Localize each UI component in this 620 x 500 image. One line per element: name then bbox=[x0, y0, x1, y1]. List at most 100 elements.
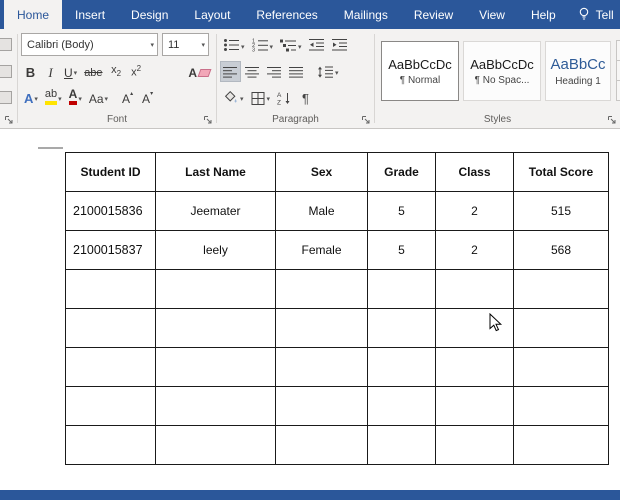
tab-layout[interactable]: Layout bbox=[181, 0, 243, 29]
table-cell[interactable]: leely bbox=[155, 230, 276, 270]
table-cell[interactable]: Male bbox=[275, 191, 368, 231]
styles-scroll-down-button[interactable]: ▾ bbox=[616, 60, 620, 81]
sort-az-icon: AZ bbox=[277, 92, 290, 105]
table-cell[interactable]: 2100015837 bbox=[65, 230, 156, 270]
tab-mailings[interactable]: Mailings bbox=[331, 0, 401, 29]
font-color-button[interactable]: A ▾ bbox=[66, 87, 85, 108]
show-hide-pilcrow-button[interactable]: ¶ bbox=[296, 87, 315, 108]
document-canvas[interactable]: Student ID Last Name Sex Grade Class Tot… bbox=[0, 129, 620, 490]
bold-button[interactable]: B bbox=[21, 61, 40, 82]
table-cell[interactable] bbox=[155, 347, 276, 387]
table-cell[interactable] bbox=[513, 386, 609, 426]
header-cell[interactable]: Total Score bbox=[513, 152, 609, 192]
table-cell[interactable] bbox=[513, 347, 609, 387]
grow-font-button[interactable]: A ▴ bbox=[118, 87, 137, 108]
table-cell[interactable] bbox=[513, 269, 609, 309]
header-cell[interactable]: Student ID bbox=[65, 152, 156, 192]
table-cell[interactable] bbox=[155, 386, 276, 426]
table-cell[interactable]: 5 bbox=[367, 191, 436, 231]
text-effects-button[interactable]: A ▾ bbox=[21, 87, 41, 108]
tab-review[interactable]: Review bbox=[401, 0, 466, 29]
table-cell[interactable] bbox=[155, 308, 276, 348]
table-cell[interactable] bbox=[367, 269, 436, 309]
font-group-label: Font bbox=[106, 114, 127, 125]
clipboard-dialog-launcher-icon[interactable] bbox=[4, 115, 14, 125]
strikethrough-button[interactable]: abe bbox=[81, 61, 105, 82]
table-cell[interactable]: Jeemater bbox=[155, 191, 276, 231]
superscript-button[interactable]: x2 bbox=[127, 61, 146, 82]
shrink-font-button[interactable]: A ▾ bbox=[138, 87, 157, 108]
align-right-button[interactable] bbox=[264, 61, 285, 82]
align-center-button[interactable] bbox=[242, 61, 263, 82]
italic-button[interactable]: I bbox=[41, 61, 60, 82]
table-cell[interactable] bbox=[155, 269, 276, 309]
header-cell[interactable]: Sex bbox=[275, 152, 368, 192]
table-cell[interactable] bbox=[435, 425, 514, 465]
table-cell[interactable]: 515 bbox=[513, 191, 609, 231]
shading-button[interactable]: ▾ bbox=[220, 87, 247, 108]
table-cell[interactable] bbox=[367, 347, 436, 387]
numbered-list-button[interactable]: 123 ▾ bbox=[249, 34, 277, 55]
styles-scroll-up-button[interactable]: ▴ bbox=[616, 40, 620, 61]
header-cell[interactable]: Grade bbox=[367, 152, 436, 192]
tab-help[interactable]: Help bbox=[518, 0, 569, 29]
table-cell[interactable]: 568 bbox=[513, 230, 609, 270]
table-cell[interactable] bbox=[155, 425, 276, 465]
mouse-cursor-icon bbox=[489, 313, 503, 332]
table-cell[interactable] bbox=[65, 347, 156, 387]
table-cell[interactable]: 2 bbox=[435, 191, 514, 231]
table-cell[interactable]: 5 bbox=[367, 230, 436, 270]
table-cell[interactable] bbox=[367, 386, 436, 426]
tab-home[interactable]: Home bbox=[4, 0, 63, 29]
paragraph-dialog-launcher-icon[interactable] bbox=[361, 115, 371, 125]
header-cell[interactable]: Class bbox=[435, 152, 514, 192]
table-cell[interactable] bbox=[513, 425, 609, 465]
table-cell[interactable] bbox=[275, 308, 368, 348]
table-cell[interactable]: 2100015836 bbox=[65, 191, 156, 231]
font-size-select[interactable]: 11 ▾ bbox=[162, 33, 209, 57]
table-cell[interactable] bbox=[513, 308, 609, 348]
table-cell[interactable] bbox=[65, 386, 156, 426]
table-cell[interactable] bbox=[275, 425, 368, 465]
increase-indent-button[interactable] bbox=[329, 34, 351, 55]
tab-insert[interactable]: Insert bbox=[62, 0, 118, 29]
table-cell[interactable] bbox=[435, 347, 514, 387]
header-cell[interactable]: Last Name bbox=[155, 152, 276, 192]
table-cell[interactable]: Female bbox=[275, 230, 368, 270]
table-cell[interactable]: 2 bbox=[435, 230, 514, 270]
highlight-color-button[interactable]: ab ▾ bbox=[42, 87, 65, 108]
multilevel-list-button[interactable]: ▾ bbox=[277, 34, 305, 55]
borders-button[interactable]: ▾ bbox=[248, 87, 274, 108]
font-name-select[interactable]: Calibri (Body) ▾ bbox=[21, 33, 158, 57]
tab-references[interactable]: References bbox=[243, 0, 330, 29]
table-cell[interactable] bbox=[65, 308, 156, 348]
table-cell[interactable] bbox=[367, 308, 436, 348]
style-card-normal[interactable]: AaBbCcDc ¶ Normal bbox=[381, 41, 459, 101]
table-cell[interactable] bbox=[65, 425, 156, 465]
tab-tell-me[interactable]: Tell bbox=[569, 0, 620, 29]
styles-gallery-more-button[interactable]: ▾ bbox=[616, 80, 620, 101]
table-cell[interactable] bbox=[367, 425, 436, 465]
sort-button[interactable]: AZ bbox=[274, 87, 295, 108]
styles-dialog-launcher-icon[interactable] bbox=[607, 115, 617, 125]
change-case-button[interactable]: Aa ▾ bbox=[86, 87, 111, 108]
table-cell[interactable] bbox=[65, 269, 156, 309]
tab-design[interactable]: Design bbox=[118, 0, 181, 29]
subscript-button[interactable]: x2 bbox=[107, 61, 126, 82]
font-dialog-launcher-icon[interactable] bbox=[203, 115, 213, 125]
style-card-heading1[interactable]: AaBbCc Heading 1 bbox=[545, 41, 611, 101]
table-cell[interactable] bbox=[435, 386, 514, 426]
line-spacing-button[interactable]: ▾ bbox=[314, 61, 342, 82]
decrease-indent-button[interactable] bbox=[306, 34, 328, 55]
justify-button[interactable] bbox=[286, 61, 307, 82]
style-card-no-spacing[interactable]: AaBbCcDc ¶ No Spac... bbox=[463, 41, 541, 101]
tab-view[interactable]: View bbox=[466, 0, 518, 29]
bullet-list-button[interactable]: ▾ bbox=[220, 34, 248, 55]
table-cell[interactable] bbox=[275, 347, 368, 387]
underline-button[interactable]: U ▾ bbox=[61, 61, 80, 82]
clear-formatting-button[interactable]: A bbox=[185, 61, 213, 82]
table-cell[interactable] bbox=[275, 386, 368, 426]
table-cell[interactable] bbox=[435, 269, 514, 309]
align-left-button[interactable] bbox=[220, 60, 241, 82]
table-cell[interactable] bbox=[275, 269, 368, 309]
